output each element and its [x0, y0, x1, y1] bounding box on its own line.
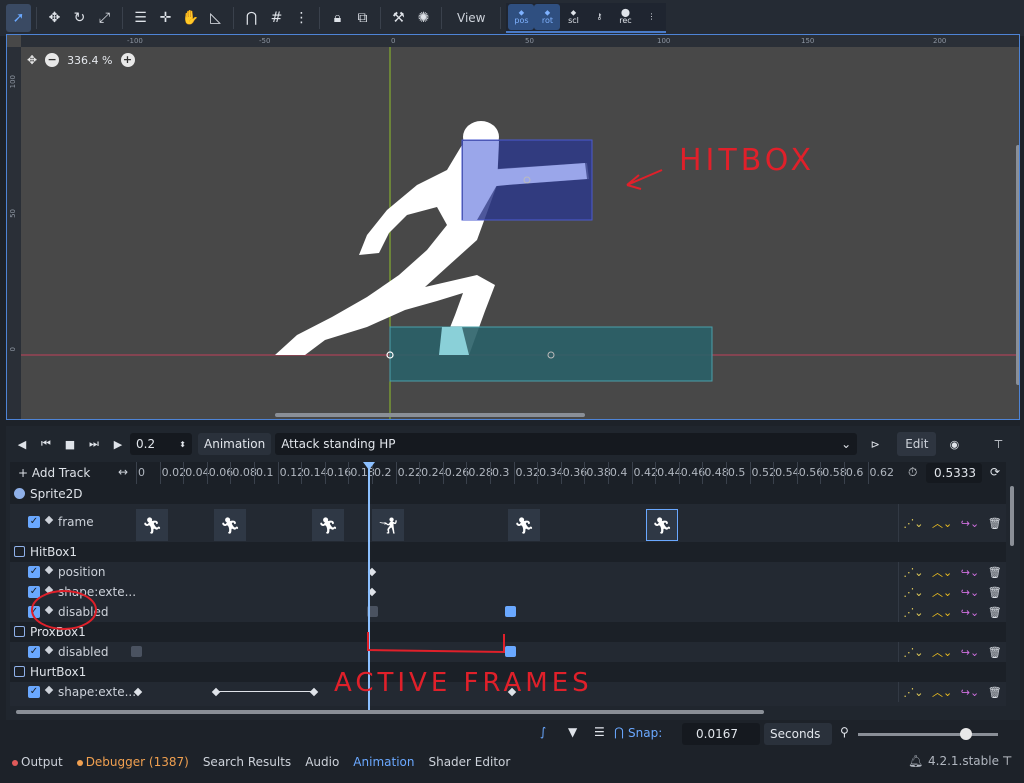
hurtbox-shape	[389, 326, 713, 382]
scene-canvas	[21, 47, 1019, 419]
tab-debugger-label: Debugger (1387)	[85, 755, 189, 769]
track-list-icon[interactable]: ☰	[594, 725, 605, 739]
zoom-controls: ✥ − 336.4 % +	[27, 53, 135, 67]
tab-search-results[interactable]: Search Results	[203, 755, 291, 769]
ruler-tick: 0	[391, 37, 396, 45]
ruler-tick: 100	[657, 37, 671, 45]
pivot-icon[interactable]: ✛	[153, 4, 178, 32]
tab-audio[interactable]: Audio	[305, 755, 339, 769]
filter-icon[interactable]: ▼	[568, 725, 577, 739]
bezier-icon[interactable]: ∫	[540, 725, 546, 739]
toolbar-divider	[500, 7, 502, 29]
insert-key-icon[interactable]: ⚷	[586, 4, 612, 30]
ruler-tick: 50	[9, 209, 17, 218]
ruler-mode-icon[interactable]: ◺	[203, 4, 228, 32]
toolbar-divider	[319, 7, 320, 29]
canvas-toolbar: ➚ ✥ ↻ ⤢ ☰ ✛ ✋ ◺ ⋂ # ⋮ 🔒︎ ⧉ ⚒ ✺ View ⬥ pos…	[0, 0, 1024, 36]
key-position-label: pos	[514, 16, 529, 25]
error-dot-icon	[12, 759, 18, 766]
hitbox-arrow	[626, 169, 663, 190]
rotate-mode-icon[interactable]: ↻	[67, 4, 92, 32]
ruler-tick: 200	[933, 37, 947, 45]
auto-key-label: rec	[619, 16, 632, 25]
snap-options-icon[interactable]: ⋮	[289, 4, 314, 32]
ruler-tick: 50	[525, 37, 534, 45]
hitbox-annotation: HITBOX	[679, 143, 816, 178]
zoom-out-icon[interactable]: −	[45, 53, 60, 67]
bone-icon[interactable]: ⚒	[386, 4, 411, 32]
toolbar-divider	[380, 7, 381, 29]
key-rotation-label: rot	[541, 16, 554, 25]
tab-output[interactable]: Output	[12, 755, 63, 769]
group-icon[interactable]: ⧉	[350, 4, 375, 32]
ruler-top: -100 -50 0 50 100 150 200	[21, 35, 1019, 47]
zoom-in-icon[interactable]: +	[120, 53, 135, 67]
lock-icon[interactable]: 🔒︎	[325, 4, 350, 32]
viewport-hscrollbar[interactable]	[275, 413, 585, 417]
tab-output-label: Output	[21, 755, 63, 769]
key-scale-icon[interactable]: ⬥ scl	[560, 4, 586, 30]
toolbar-divider	[36, 7, 37, 29]
snap-field[interactable]: 0.0167	[682, 723, 760, 745]
canvas-viewport[interactable]: -100 -50 0 50 100 150 200 100 50 0 ✥ − 3…	[6, 34, 1020, 420]
toolbar-divider	[441, 7, 442, 29]
disabled-circle	[31, 590, 97, 630]
key-position-icon[interactable]: ⬥ pos	[508, 4, 535, 30]
snap-label: Snap:	[628, 726, 663, 740]
ruler-left: 100 50 0	[7, 47, 21, 419]
grid-snap-icon[interactable]: #	[264, 4, 289, 32]
snap-icon[interactable]: ⋂	[614, 725, 624, 739]
active-frames-annotation: ACTIVE FRAMES	[334, 668, 593, 698]
view-menu[interactable]: View	[447, 11, 495, 25]
ruler-tick: -100	[127, 37, 143, 45]
toolbar-divider	[233, 7, 234, 29]
timeline-zoom-slider[interactable]	[858, 733, 998, 736]
key-options-icon[interactable]: ⋮	[638, 4, 664, 30]
list-select-icon[interactable]: ☰	[128, 4, 153, 32]
smart-snap-icon[interactable]: ⋂	[239, 4, 264, 32]
ruler-tick: 150	[801, 37, 815, 45]
snap-unit: Seconds	[770, 727, 821, 741]
particles-icon[interactable]: ✺	[411, 4, 436, 32]
ruler-tick: -50	[259, 37, 271, 45]
zoom-level[interactable]: 336.4 %	[67, 54, 112, 67]
animation-bottom-bar: ∫ ▼ ☰ ⋂ Snap: 0.0167 Seconds ⌄ ⚲	[0, 720, 1024, 763]
move-mode-icon[interactable]: ✥	[42, 4, 67, 32]
godot-editor: ➚ ✥ ↻ ⤢ ☰ ✛ ✋ ◺ ⋂ # ⋮ 🔒︎ ⧉ ⚒ ✺ View ⬥ pos…	[0, 0, 1024, 783]
scale-mode-icon[interactable]: ⤢	[92, 4, 117, 32]
select-mode-icon[interactable]: ➚	[6, 4, 31, 32]
center-view-icon[interactable]: ✥	[27, 53, 37, 67]
pan-mode-icon[interactable]: ✋	[178, 4, 203, 32]
animation-panel: ◀ ⏮ ■ ⏭ ▶ 0.2 ⬍ Animation Attack standin…	[6, 426, 1020, 720]
snap-unit-select[interactable]: Seconds ⌄	[764, 723, 832, 763]
version-label: 4.2.1.stable	[928, 754, 999, 768]
key-rotation-icon[interactable]: ⬥ rot	[534, 4, 561, 30]
ruler-tick: 0	[9, 347, 17, 352]
tracks-vscrollbar[interactable]	[1010, 486, 1014, 546]
active-bracket	[367, 632, 505, 654]
timeline-hscrollbar[interactable]	[16, 710, 764, 714]
toolbar-divider	[122, 7, 123, 29]
zoom-icon: ⚲	[840, 725, 849, 739]
tab-animation[interactable]: Animation	[353, 755, 414, 769]
keyframe-toggles: ⬥ pos ⬥ rot ⬥ scl ⚷ ⬤ rec ⋮	[506, 3, 667, 33]
zoom-slider-handle[interactable]	[960, 728, 972, 740]
key-scale-label: scl	[568, 16, 579, 25]
tab-debugger[interactable]: Debugger (1387)	[76, 755, 189, 769]
panel-expand-icon[interactable]: ⊤	[1002, 754, 1012, 768]
viewport-vscrollbar[interactable]	[1016, 145, 1019, 385]
auto-key-icon[interactable]: ⬤ rec	[612, 4, 638, 30]
ruler-tick: 100	[9, 75, 17, 89]
warning-dot-icon	[76, 759, 83, 766]
bottom-panel-tabs: Output Debugger (1387) Search Results Au…	[0, 750, 1024, 774]
tab-shader-editor[interactable]: Shader Editor	[428, 755, 510, 769]
notification-icon[interactable]: 🔔︎	[908, 754, 923, 768]
